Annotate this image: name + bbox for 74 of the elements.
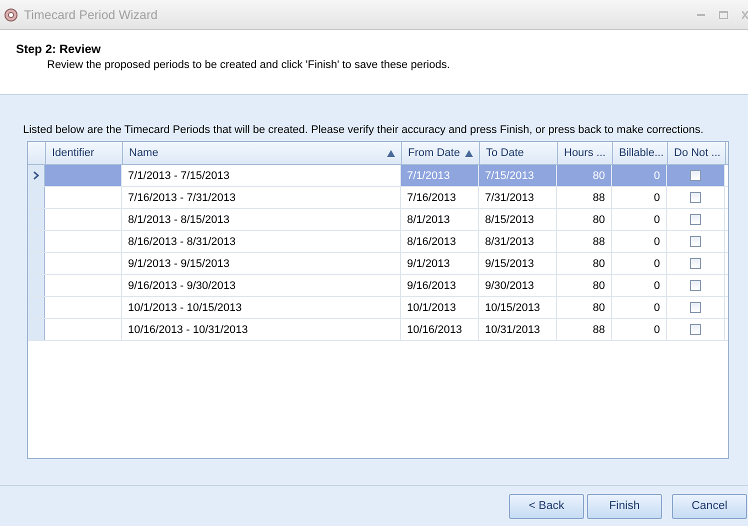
table-row[interactable]: 7/16/2013 - 7/31/2013 7/16/2013 7/31/2013 88 0 bbox=[28, 187, 728, 209]
table-cell: 7/31/2013 bbox=[485, 192, 534, 204]
table-cell: 0 bbox=[654, 170, 660, 182]
table-cell: 88 bbox=[592, 324, 605, 336]
table-cell: 10/16/2013 bbox=[407, 324, 462, 336]
table-cell: 9/1/2013 - 9/15/2013 bbox=[128, 258, 230, 270]
table-row[interactable]: 8/1/2013 - 8/15/2013 8/1/2013 8/15/2013 80 0 bbox=[28, 209, 728, 231]
column-header[interactable]: Identifier bbox=[46, 142, 123, 164]
column-header[interactable]: Do Not ... bbox=[668, 142, 726, 164]
step-title: Step 2: Review bbox=[16, 42, 102, 56]
table-row[interactable]: 9/1/2013 - 9/15/2013 9/1/2013 9/15/2013 80 0 bbox=[28, 253, 728, 275]
table-cell: 10/16/2013 - 10/31/2013 bbox=[128, 324, 248, 336]
table-cell: 8/1/2013 - 8/15/2013 bbox=[128, 214, 230, 226]
table-row[interactable]: 10/1/2013 - 10/15/2013 10/1/2013 10/15/2013 80 0 bbox=[28, 297, 728, 319]
column-header[interactable]: From Date bbox=[402, 142, 480, 164]
table-cell: 9/15/2013 bbox=[485, 258, 534, 270]
checkbox[interactable] bbox=[690, 214, 701, 225]
wizard-button[interactable]: Cancel bbox=[672, 494, 747, 518]
step-description: Review the proposed periods to be created and click 'Finish' to save these periods. bbox=[47, 59, 451, 71]
maximize-icon[interactable] bbox=[719, 10, 728, 18]
table-cell: 88 bbox=[592, 192, 605, 204]
minimize-icon[interactable] bbox=[697, 14, 705, 16]
checkbox[interactable] bbox=[690, 258, 701, 269]
table-row[interactable]: 7/1/2013 - 7/15/2013 7/1/2013 7/15/2013 80 0 bbox=[28, 165, 728, 187]
table-cell: 7/16/2013 bbox=[407, 192, 456, 204]
column-header[interactable]: Billable... bbox=[613, 142, 668, 164]
table-cell: 9/30/2013 bbox=[485, 280, 534, 292]
table-cell: 9/16/2013 bbox=[407, 280, 456, 292]
table-cell: 0 bbox=[654, 302, 660, 314]
table-cell: 80 bbox=[592, 170, 605, 182]
app-icon bbox=[4, 8, 18, 22]
table-row[interactable]: 10/16/2013 - 10/31/2013 10/16/2013 10/31/2013 88 0 bbox=[28, 319, 728, 341]
table-cell: 0 bbox=[654, 324, 660, 336]
table-cell: 0 bbox=[654, 280, 660, 292]
table-cell: 80 bbox=[592, 258, 605, 270]
table-cell: 10/1/2013 bbox=[407, 302, 456, 314]
close-icon[interactable] bbox=[742, 10, 748, 18]
wizard-button[interactable]: Finish bbox=[587, 494, 662, 518]
table-row[interactable]: 8/16/2013 - 8/31/2013 8/16/2013 8/31/2013 88 0 bbox=[28, 231, 728, 253]
window-title: Timecard Period Wizard bbox=[24, 8, 159, 22]
column-header[interactable]: Name bbox=[123, 142, 402, 164]
table-cell: 0 bbox=[654, 258, 660, 270]
table-cell: 80 bbox=[592, 280, 605, 292]
table-cell: 7/1/2013 bbox=[407, 170, 450, 182]
table-cell: 8/16/2013 bbox=[407, 236, 456, 248]
table-cell: 8/15/2013 bbox=[485, 214, 534, 226]
table-cell: 8/31/2013 bbox=[485, 236, 534, 248]
table-cell: 10/15/2013 bbox=[485, 302, 540, 314]
table-cell: 0 bbox=[654, 192, 660, 204]
wizard-button[interactable]: < Back bbox=[509, 494, 584, 518]
table-cell: 7/15/2013 bbox=[485, 170, 534, 182]
instructions-text: Listed below are the Timecard Periods that will be created. Please verify their accuracy and press Finish, or press back to make corrections. bbox=[23, 123, 704, 137]
table-row[interactable]: 9/16/2013 - 9/30/2013 9/16/2013 9/30/2013 80 0 bbox=[28, 275, 728, 297]
table-cell: 80 bbox=[592, 302, 605, 314]
checkbox[interactable] bbox=[690, 192, 701, 203]
checkbox[interactable] bbox=[690, 324, 701, 335]
table-cell: 7/16/2013 - 7/31/2013 bbox=[128, 192, 236, 204]
table-cell: 0 bbox=[654, 214, 660, 226]
table-cell: 8/1/2013 bbox=[407, 214, 450, 226]
table-cell: 9/1/2013 bbox=[407, 258, 450, 270]
column-header[interactable]: To Date bbox=[480, 142, 558, 164]
table-cell: 7/1/2013 - 7/15/2013 bbox=[128, 170, 230, 182]
checkbox[interactable] bbox=[690, 170, 701, 181]
table-cell: 8/16/2013 - 8/31/2013 bbox=[128, 236, 236, 248]
checkbox[interactable] bbox=[690, 280, 701, 291]
table-cell: 80 bbox=[592, 214, 605, 226]
table-cell: 88 bbox=[592, 236, 605, 248]
table-cell: 0 bbox=[654, 236, 660, 248]
table-cell: 10/31/2013 bbox=[485, 324, 540, 336]
column-header[interactable]: Hours ... bbox=[558, 142, 613, 164]
checkbox[interactable] bbox=[690, 302, 701, 313]
checkbox[interactable] bbox=[690, 236, 701, 247]
table-cell: 10/1/2013 - 10/15/2013 bbox=[128, 302, 242, 314]
table-cell: 9/16/2013 - 9/30/2013 bbox=[128, 280, 236, 292]
